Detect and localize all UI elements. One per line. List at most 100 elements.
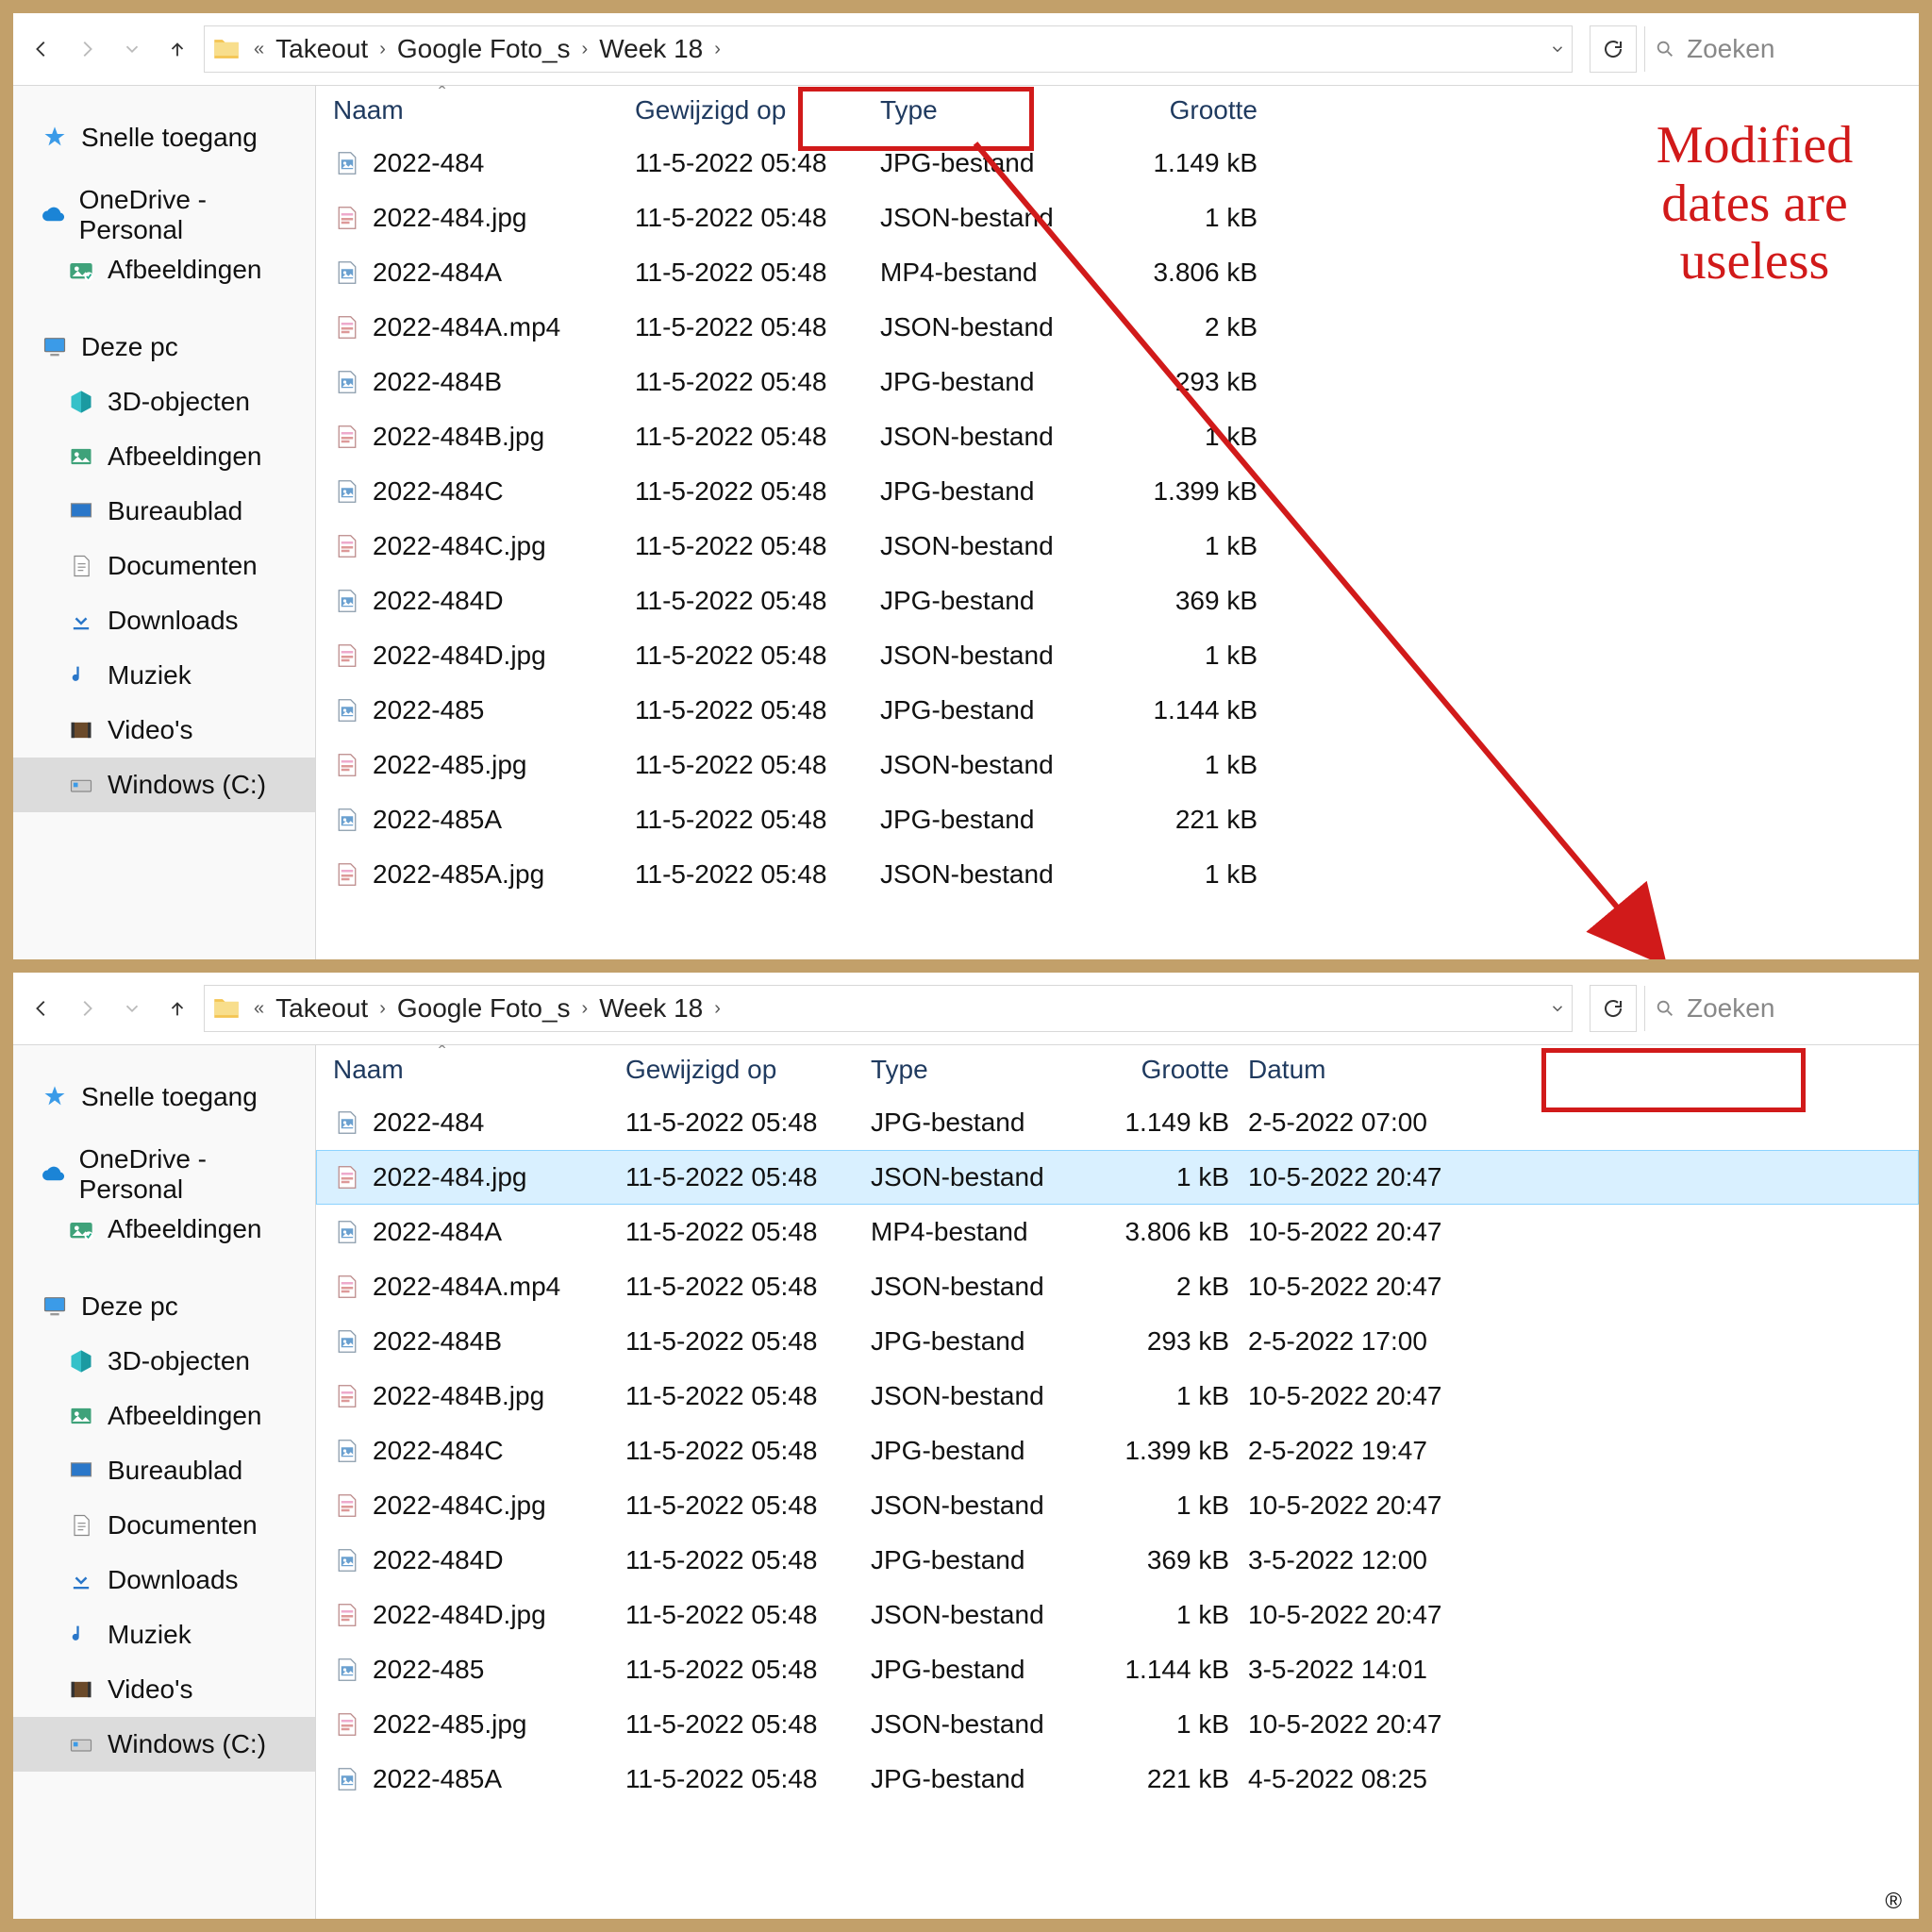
sidebar-item[interactable]: Downloads — [13, 593, 315, 648]
sidebar-item[interactable]: Afbeeldingen — [13, 429, 315, 484]
file-row[interactable]: 2022-484.jpg11-5-2022 05:48JSON-bestand1… — [316, 1150, 1919, 1205]
file-row[interactable]: 2022-48511-5-2022 05:48JPG-bestand1.144 … — [316, 683, 1919, 738]
file-modified: 11-5-2022 05:48 — [625, 1655, 871, 1685]
file-row[interactable]: 2022-485A.jpg11-5-2022 05:48JSON-bestand… — [316, 847, 1919, 902]
file-name: 2022-484.jpg — [373, 1162, 526, 1192]
sidebar-item[interactable]: 3D-objecten — [13, 1334, 315, 1389]
file-modified: 11-5-2022 05:48 — [635, 695, 880, 725]
sidebar-item[interactable]: Muziek — [13, 1607, 315, 1662]
file-row[interactable]: 2022-484A11-5-2022 05:48MP4-bestand3.806… — [316, 1205, 1919, 1259]
pic-icon — [68, 443, 94, 470]
address-bar[interactable]: « Takeout › Google Foto_s › Week 18 › — [204, 985, 1573, 1032]
column-modified[interactable]: Gewijzigd op — [635, 95, 880, 125]
file-row[interactable]: 2022-484D.jpg11-5-2022 05:48JSON-bestand… — [316, 1588, 1919, 1642]
file-row[interactable]: 2022-484B11-5-2022 05:48JPG-bestand293 k… — [316, 1314, 1919, 1369]
file-row[interactable]: 2022-484D.jpg11-5-2022 05:48JSON-bestand… — [316, 628, 1919, 683]
file-type: JSON-bestand — [880, 859, 1107, 890]
breadcrumb-item[interactable]: Week 18 — [593, 34, 708, 64]
search-icon — [1655, 39, 1675, 59]
file-type: MP4-bestand — [880, 258, 1107, 288]
column-name[interactable]: Naam — [333, 1055, 625, 1085]
column-date[interactable]: Datum — [1248, 1055, 1493, 1085]
file-row[interactable]: 2022-484D11-5-2022 05:48JPG-bestand369 k… — [316, 1533, 1919, 1588]
file-size: 1 kB — [1107, 750, 1276, 780]
file-row[interactable]: 2022-484C.jpg11-5-2022 05:48JSON-bestand… — [316, 1478, 1919, 1533]
file-icon — [333, 258, 361, 287]
file-icon — [333, 1327, 361, 1356]
sidebar-item[interactable]: Bureaublad — [13, 1443, 315, 1498]
sidebar-item[interactable]: Windows (C:) — [13, 1717, 315, 1772]
file-date: 3-5-2022 14:01 — [1248, 1655, 1493, 1685]
breadcrumb-item[interactable]: Google Foto_s — [391, 34, 576, 64]
nav-back-button[interactable] — [23, 30, 60, 68]
file-size: 1.144 kB — [1088, 1655, 1248, 1685]
file-size: 3.806 kB — [1088, 1217, 1248, 1247]
sidebar-item[interactable]: Snelle toegang — [13, 110, 315, 165]
file-row[interactable]: 2022-48411-5-2022 05:48JPG-bestand1.149 … — [316, 1095, 1919, 1150]
refresh-button[interactable] — [1590, 25, 1637, 73]
file-row[interactable]: 2022-48511-5-2022 05:48JPG-bestand1.144 … — [316, 1642, 1919, 1697]
file-row[interactable]: 2022-484C.jpg11-5-2022 05:48JSON-bestand… — [316, 519, 1919, 574]
file-icon — [333, 313, 361, 341]
chevron-down-icon[interactable] — [1549, 1000, 1566, 1017]
file-row[interactable]: 2022-485.jpg11-5-2022 05:48JSON-bestand1… — [316, 738, 1919, 792]
file-row[interactable]: 2022-484A.mp411-5-2022 05:48JSON-bestand… — [316, 300, 1919, 355]
sidebar-item[interactable]: OneDrive - Personal — [13, 1147, 315, 1202]
sidebar-item[interactable]: Bureaublad — [13, 484, 315, 539]
nav-up-button[interactable] — [158, 30, 196, 68]
column-modified[interactable]: Gewijzigd op — [625, 1055, 871, 1085]
sidebar-item[interactable]: Documenten — [13, 539, 315, 593]
nav-recent-dropdown[interactable] — [113, 30, 151, 68]
column-name[interactable]: Naam — [333, 95, 635, 125]
file-row[interactable]: 2022-484C11-5-2022 05:48JPG-bestand1.399… — [316, 464, 1919, 519]
sidebar-item[interactable]: Snelle toegang — [13, 1070, 315, 1124]
sidebar-item[interactable]: Deze pc — [13, 1279, 315, 1334]
sidebar-item[interactable]: Documenten — [13, 1498, 315, 1553]
breadcrumb-item[interactable]: Takeout — [270, 993, 374, 1024]
search-input[interactable]: Zoeken — [1644, 986, 1909, 1031]
file-size: 1.149 kB — [1107, 148, 1276, 178]
sidebar-item[interactable]: Muziek — [13, 648, 315, 703]
sidebar-item-label: Afbeeldingen — [108, 255, 261, 285]
nav-recent-dropdown[interactable] — [113, 990, 151, 1027]
sidebar-item[interactable]: Video's — [13, 1662, 315, 1717]
nav-back-button[interactable] — [23, 990, 60, 1027]
column-size[interactable]: Grootte — [1088, 1055, 1248, 1085]
file-modified: 11-5-2022 05:48 — [625, 1326, 871, 1357]
chevron-down-icon[interactable] — [1549, 41, 1566, 58]
file-type: JSON-bestand — [871, 1491, 1088, 1521]
file-row[interactable]: 2022-484C11-5-2022 05:48JPG-bestand1.399… — [316, 1424, 1919, 1478]
file-row[interactable]: 2022-484D11-5-2022 05:48JPG-bestand369 k… — [316, 574, 1919, 628]
sidebar-item[interactable]: Windows (C:) — [13, 758, 315, 812]
column-type[interactable]: Type — [880, 95, 1107, 125]
sidebar-item[interactable]: 3D-objecten — [13, 375, 315, 429]
sidebar-item[interactable]: OneDrive - Personal — [13, 188, 315, 242]
column-type[interactable]: Type — [871, 1055, 1088, 1085]
file-row[interactable]: 2022-484B11-5-2022 05:48JPG-bestand293 k… — [316, 355, 1919, 409]
file-row[interactable]: 2022-485A11-5-2022 05:48JPG-bestand221 k… — [316, 792, 1919, 847]
sidebar-item[interactable]: Afbeeldingen — [13, 242, 315, 297]
refresh-button[interactable] — [1590, 985, 1637, 1032]
nav-forward-button[interactable] — [68, 30, 106, 68]
search-input[interactable]: Zoeken — [1644, 26, 1909, 72]
file-row[interactable]: 2022-484A.mp411-5-2022 05:48JSON-bestand… — [316, 1259, 1919, 1314]
address-bar[interactable]: « Takeout › Google Foto_s › Week 18 › — [204, 25, 1573, 73]
column-size[interactable]: Grootte — [1107, 95, 1276, 125]
sidebar-item[interactable]: Afbeeldingen — [13, 1389, 315, 1443]
sidebar-item[interactable]: Afbeeldingen — [13, 1202, 315, 1257]
sidebar-item[interactable]: Video's — [13, 703, 315, 758]
file-name: 2022-484D — [373, 1545, 504, 1575]
breadcrumb-item[interactable]: Takeout — [270, 34, 374, 64]
file-row[interactable]: 2022-484B.jpg11-5-2022 05:48JSON-bestand… — [316, 409, 1919, 464]
file-row[interactable]: 2022-485A11-5-2022 05:48JPG-bestand221 k… — [316, 1752, 1919, 1807]
nav-up-button[interactable] — [158, 990, 196, 1027]
sidebar-item[interactable]: Downloads — [13, 1553, 315, 1607]
sidebar-item[interactable]: Deze pc — [13, 320, 315, 375]
breadcrumb-item[interactable]: Google Foto_s — [391, 993, 576, 1024]
nav-forward-button[interactable] — [68, 990, 106, 1027]
file-name: 2022-484B — [373, 367, 502, 397]
breadcrumb-item[interactable]: Week 18 — [593, 993, 708, 1024]
file-row[interactable]: 2022-484B.jpg11-5-2022 05:48JSON-bestand… — [316, 1369, 1919, 1424]
file-row[interactable]: 2022-485.jpg11-5-2022 05:48JSON-bestand1… — [316, 1697, 1919, 1752]
file-name: 2022-484D.jpg — [373, 641, 546, 671]
